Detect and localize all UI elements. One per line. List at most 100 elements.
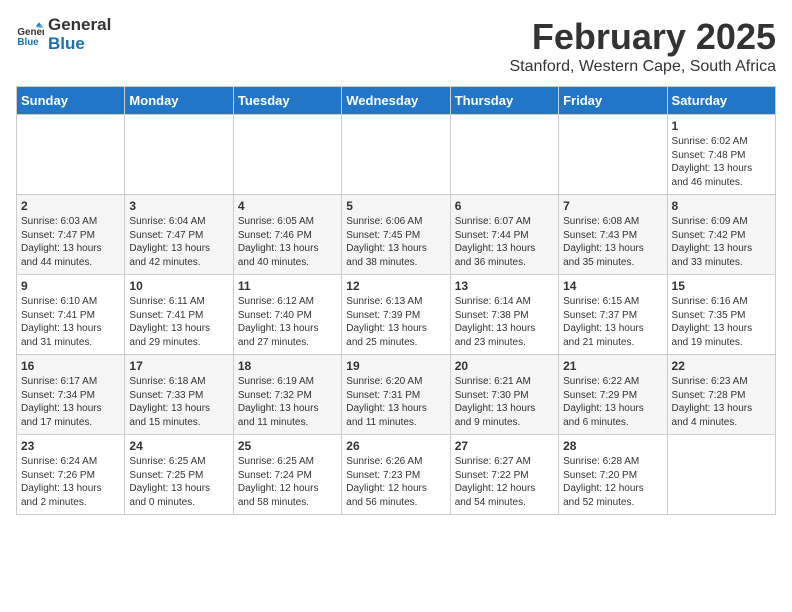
table-row: 2Sunrise: 6:03 AM Sunset: 7:47 PM Daylig… [17,195,125,275]
day-number: 22 [672,359,771,373]
day-info: Sunrise: 6:10 AM Sunset: 7:41 PM Dayligh… [21,295,120,349]
table-row: 27 Sunrise: 6:27 AM Sunset: 7:22 PM Dayli… [450,435,558,515]
day-info: Sunrise: 6:28 AM Sunset: 7:20 PM Dayligh… [563,455,662,509]
table-row: 18 Sunrise: 6:19 AM Sunset: 7:32 PM Dayli… [233,355,341,435]
day-info: Sunrise: 6:17 AM Sunset: 7:34 PM Dayligh… [21,375,120,429]
table-row: 22 Sunrise: 6:23 AM Sunset: 7:28 PM Dayli… [667,355,775,435]
table-row: 17 Sunrise: 6:18 AM Sunset: 7:33 PM Dayli… [125,355,233,435]
day-info: Sunrise: 6:16 AM Sunset: 7:35 PM Dayligh… [672,295,771,349]
day-number: 27 [455,439,554,453]
day-number: 7 [563,199,662,213]
day-info: Sunrise: 6:24 AM Sunset: 7:26 PM Dayligh… [21,455,120,509]
day-number: 11 [238,279,337,293]
day-info: Sunrise: 6:22 AM Sunset: 7:29 PM Dayligh… [563,375,662,429]
week-row-2: 2Sunrise: 6:03 AM Sunset: 7:47 PM Daylig… [17,195,776,275]
day-info: Sunrise: 6:09 AM Sunset: 7:42 PM Dayligh… [672,215,771,269]
day-number: 9 [21,279,120,293]
day-number: 13 [455,279,554,293]
table-row: 10 Sunrise: 6:11 AM Sunset: 7:41 PM Dayli… [125,275,233,355]
table-row: 28 Sunrise: 6:28 AM Sunset: 7:20 PM Dayli… [559,435,667,515]
table-row: 20Sunrise: 6:21 AM Sunset: 7:30 PM Dayli… [450,355,558,435]
day-info: Sunrise: 6:25 AM Sunset: 7:25 PM Dayligh… [129,455,228,509]
table-row: 11 Sunrise: 6:12 AM Sunset: 7:40 PM Dayli… [233,275,341,355]
header-wednesday: Wednesday [342,87,450,115]
table-row: 1 Sunrise: 6:02 AM Sunset: 7:48 PM Daylig… [667,115,775,195]
day-number: 3 [129,199,228,213]
week-row-4: 16Sunrise: 6:17 AM Sunset: 7:34 PM Dayli… [17,355,776,435]
header-friday: Friday [559,87,667,115]
table-row [450,115,558,195]
day-number: 25 [238,439,337,453]
day-number: 4 [238,199,337,213]
week-row-5: 23 Sunrise: 6:24 AM Sunset: 7:26 PM Dayli… [17,435,776,515]
logo-blue: Blue [48,35,111,54]
table-row [233,115,341,195]
table-row: 14Sunrise: 6:15 AM Sunset: 7:37 PM Dayli… [559,275,667,355]
calendar-header-row: Sunday Monday Tuesday Wednesday Thursday… [17,87,776,115]
day-info: Sunrise: 6:19 AM Sunset: 7:32 PM Dayligh… [238,375,337,429]
table-row: 12 Sunrise: 6:13 AM Sunset: 7:39 PM Dayli… [342,275,450,355]
day-info: Sunrise: 6:12 AM Sunset: 7:40 PM Dayligh… [238,295,337,349]
calendar-subtitle: Stanford, Western Cape, South Africa [509,58,776,76]
day-number: 17 [129,359,228,373]
day-info: Sunrise: 6:26 AM Sunset: 7:23 PM Dayligh… [346,455,445,509]
day-number: 28 [563,439,662,453]
header-sunday: Sunday [17,87,125,115]
day-number: 15 [672,279,771,293]
table-row: 4Sunrise: 6:05 AM Sunset: 7:46 PM Daylig… [233,195,341,275]
day-info: Sunrise: 6:04 AM Sunset: 7:47 PM Dayligh… [129,215,228,269]
table-row: 24 Sunrise: 6:25 AM Sunset: 7:25 PM Dayli… [125,435,233,515]
day-number: 24 [129,439,228,453]
day-info: Sunrise: 6:21 AM Sunset: 7:30 PM Dayligh… [455,375,554,429]
day-info: Sunrise: 6:07 AM Sunset: 7:44 PM Dayligh… [455,215,554,269]
day-number: 1 [672,119,771,133]
logo: General Blue General Blue [16,16,111,53]
day-number: 10 [129,279,228,293]
day-number: 19 [346,359,445,373]
calendar-table: Sunday Monday Tuesday Wednesday Thursday… [16,86,776,515]
day-number: 6 [455,199,554,213]
week-row-1: 1 Sunrise: 6:02 AM Sunset: 7:48 PM Daylig… [17,115,776,195]
day-info: Sunrise: 6:14 AM Sunset: 7:38 PM Dayligh… [455,295,554,349]
table-row [559,115,667,195]
header-thursday: Thursday [450,87,558,115]
table-row [342,115,450,195]
table-row: 23 Sunrise: 6:24 AM Sunset: 7:26 PM Dayli… [17,435,125,515]
day-number: 18 [238,359,337,373]
day-number: 23 [21,439,120,453]
day-info: Sunrise: 6:02 AM Sunset: 7:48 PM Dayligh… [672,135,771,189]
logo-icon: General Blue [16,21,44,49]
table-row: 3 Sunrise: 6:04 AM Sunset: 7:47 PM Daylig… [125,195,233,275]
day-info: Sunrise: 6:18 AM Sunset: 7:33 PM Dayligh… [129,375,228,429]
day-info: Sunrise: 6:23 AM Sunset: 7:28 PM Dayligh… [672,375,771,429]
day-number: 14 [563,279,662,293]
day-info: Sunrise: 6:11 AM Sunset: 7:41 PM Dayligh… [129,295,228,349]
day-info: Sunrise: 6:27 AM Sunset: 7:22 PM Dayligh… [455,455,554,509]
table-row: 6 Sunrise: 6:07 AM Sunset: 7:44 PM Daylig… [450,195,558,275]
table-row: 15 Sunrise: 6:16 AM Sunset: 7:35 PM Dayli… [667,275,775,355]
day-info: Sunrise: 6:06 AM Sunset: 7:45 PM Dayligh… [346,215,445,269]
title-section: February 2025 Stanford, Western Cape, So… [509,16,776,76]
table-row [667,435,775,515]
table-row: 25 Sunrise: 6:25 AM Sunset: 7:24 PM Dayli… [233,435,341,515]
header-saturday: Saturday [667,87,775,115]
day-number: 2 [21,199,120,213]
table-row [125,115,233,195]
svg-text:Blue: Blue [17,36,39,47]
day-info: Sunrise: 6:13 AM Sunset: 7:39 PM Dayligh… [346,295,445,349]
table-row: 21 Sunrise: 6:22 AM Sunset: 7:29 PM Dayli… [559,355,667,435]
table-row: 8 Sunrise: 6:09 AM Sunset: 7:42 PM Daylig… [667,195,775,275]
day-number: 8 [672,199,771,213]
table-row: 19 Sunrise: 6:20 AM Sunset: 7:31 PM Dayli… [342,355,450,435]
day-info: Sunrise: 6:25 AM Sunset: 7:24 PM Dayligh… [238,455,337,509]
logo-general: General [48,16,111,35]
calendar-title: February 2025 [509,16,776,58]
day-info: Sunrise: 6:20 AM Sunset: 7:31 PM Dayligh… [346,375,445,429]
day-number: 12 [346,279,445,293]
table-row [17,115,125,195]
page-header: General Blue General Blue February 2025 … [16,16,776,76]
day-number: 26 [346,439,445,453]
day-number: 21 [563,359,662,373]
day-info: Sunrise: 6:08 AM Sunset: 7:43 PM Dayligh… [563,215,662,269]
table-row: 16Sunrise: 6:17 AM Sunset: 7:34 PM Dayli… [17,355,125,435]
